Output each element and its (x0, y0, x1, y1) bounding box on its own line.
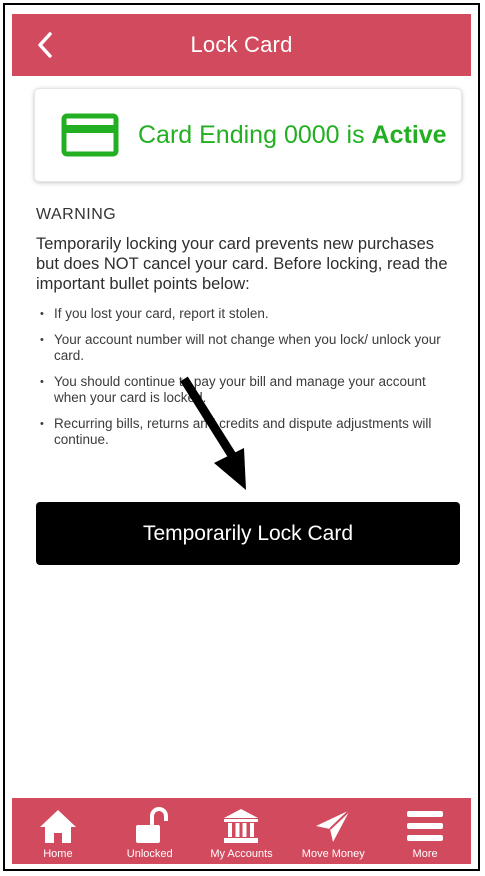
warning-title: WARNING (36, 206, 117, 223)
status-prefix: Card Ending (138, 120, 277, 149)
credit-card-icon (61, 113, 119, 157)
card-last4: 0000 (283, 120, 340, 149)
card-status-panel: Card Ending 0000 is Active (34, 88, 462, 182)
nav-label: Home (43, 848, 73, 860)
home-icon (38, 806, 78, 846)
hamburger-menu-icon (405, 806, 445, 846)
card-status-text: Card Ending 0000 is Active (138, 89, 447, 181)
nav-label: Unlocked (126, 848, 173, 860)
nav-home[interactable]: Home (12, 798, 104, 864)
chevron-left-icon (38, 32, 52, 58)
nav-label: My Accounts (210, 848, 273, 860)
bullet-item: You should continue to pay your bill and… (36, 374, 456, 406)
paper-plane-icon (313, 806, 353, 846)
nav-unlocked[interactable]: Unlocked (104, 798, 196, 864)
nav-label: More (412, 848, 438, 860)
status-middle: is (346, 120, 365, 149)
nav-more[interactable]: More (379, 798, 471, 864)
warning-body: Temporarily locking your card prevents n… (36, 235, 448, 293)
bullet-item: If you lost your card, report it stolen. (36, 306, 456, 322)
bullet-item: Your account number will not change when… (36, 332, 456, 364)
unlocked-padlock-icon (130, 806, 170, 846)
warning-section: WARNING Temporarily locking your card pr… (36, 206, 456, 458)
nav-move-money[interactable]: Move Money (287, 798, 379, 864)
bank-icon (221, 806, 261, 846)
warning-bullets: If you lost your card, report it stolen.… (36, 306, 456, 448)
nav-label: Move Money (301, 848, 365, 860)
bullet-item: Recurring bills, returns and credits and… (36, 416, 456, 448)
bottom-navigation: Home Unlocked My Accounts Move Money Mor… (12, 798, 471, 864)
card-state: Active (371, 120, 447, 149)
nav-my-accounts[interactable]: My Accounts (196, 798, 288, 864)
page-title: Lock Card (190, 32, 293, 57)
app-header: Lock Card (12, 14, 471, 76)
back-button[interactable] (30, 28, 60, 62)
temporarily-lock-card-button[interactable]: Temporarily Lock Card (36, 502, 460, 565)
